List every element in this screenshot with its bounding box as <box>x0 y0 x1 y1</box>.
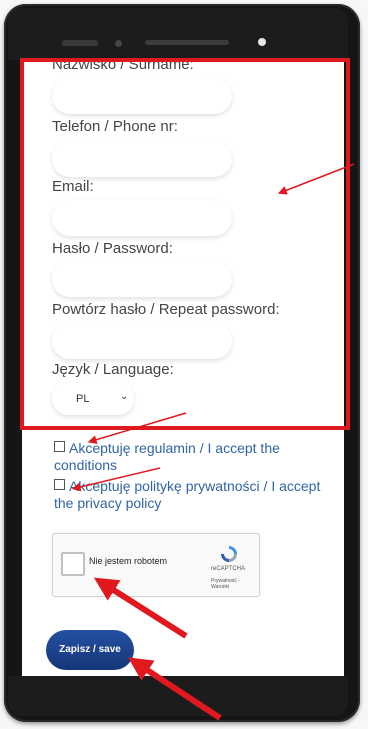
highlight-box <box>20 58 350 430</box>
recaptcha-links[interactable]: Prywatność - Warunki <box>211 578 259 590</box>
privacy-checkbox[interactable] <box>54 479 65 490</box>
recaptcha-logo-icon <box>221 546 237 562</box>
front-camera-icon <box>258 38 266 46</box>
sensor-dot <box>115 40 122 47</box>
earpiece-grille <box>145 40 229 45</box>
recaptcha-brand: reCAPTCHA <box>211 566 246 572</box>
phone-bottom-bezel <box>8 676 348 716</box>
recaptcha-label: Nie jestem robotem <box>89 556 168 566</box>
recaptcha-checkbox[interactable] <box>61 552 85 576</box>
terms-row[interactable]: Akceptuję regulamin / I accept the condi… <box>54 440 329 474</box>
privacy-label[interactable]: Akceptuję politykę prywatności / I accep… <box>54 478 320 511</box>
recaptcha-widget: Nie jestem robotem reCAPTCHA Prywatność … <box>52 533 260 597</box>
phone-top-bezel <box>8 8 348 60</box>
privacy-row[interactable]: Akceptuję politykę prywatności / I accep… <box>54 478 329 512</box>
terms-label[interactable]: Akceptuję regulamin / I accept the condi… <box>54 440 280 473</box>
terms-checkbox[interactable] <box>54 441 65 452</box>
save-button[interactable]: Zapisz / save <box>46 630 134 670</box>
speaker-slot <box>62 40 98 46</box>
